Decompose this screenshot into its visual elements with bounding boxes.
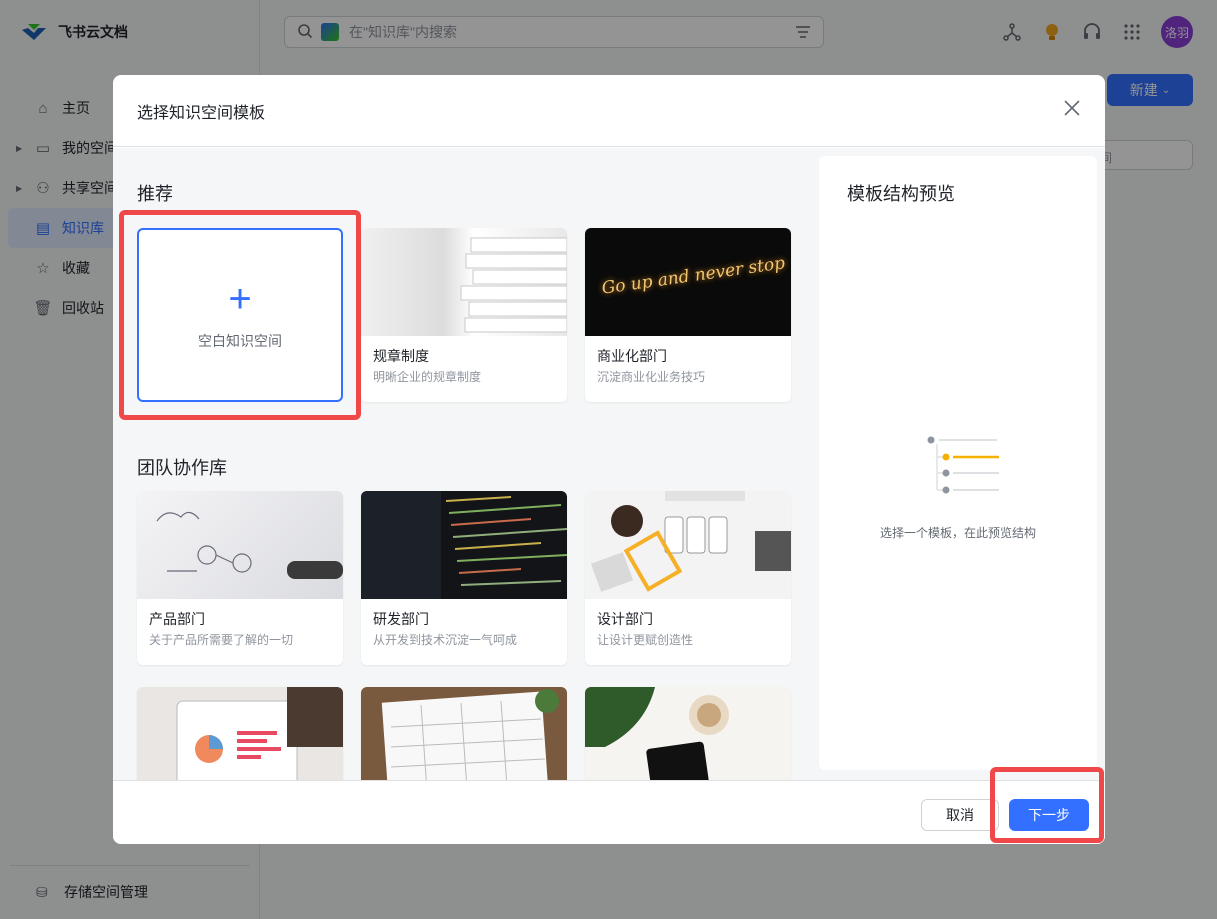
preview-pane: 模板结构预览 选择一个模板，在此预览结构 (819, 156, 1097, 770)
recommend-section-title: 推荐 (137, 184, 173, 204)
template-desc: 沉淀商业化业务技巧 (597, 370, 706, 384)
template-card-rnd[interactable]: 研发部门 从开发到技术沉淀一气呵成 (361, 491, 567, 665)
modal-body: 推荐 + 空白知识空间 规章制度 明晰企业的规章制度 Go up and nev… (113, 148, 1105, 780)
template-name: 产品部门 (149, 611, 205, 627)
template-card-product[interactable]: 产品部门 关于产品所需要了解的一切 (137, 491, 343, 665)
template-card-commercial[interactable]: Go up and never stop 商业化部门 沉淀商业化业务技巧 (585, 228, 791, 402)
modal-header: 选择知识空间模板 (113, 75, 1105, 147)
modal-title: 选择知识空间模板 (137, 104, 266, 122)
motivation-image-text: Go up and never stop (600, 253, 787, 299)
template-list[interactable]: 推荐 + 空白知识空间 规章制度 明晰企业的规章制度 Go up and nev… (113, 148, 813, 780)
highlight-box-next (990, 767, 1104, 843)
plant-desk-image (585, 687, 791, 780)
preview-title: 模板结构预览 (847, 184, 955, 204)
books-image (361, 228, 567, 336)
template-name: 设计部门 (597, 611, 653, 627)
motivation-image: Go up and never stop (585, 228, 791, 336)
template-desc: 关于产品所需要了解的一切 (149, 633, 294, 647)
structure-tree-icon (927, 436, 999, 494)
template-name: 规章制度 (373, 348, 429, 364)
template-card-rules[interactable]: 规章制度 明晰企业的规章制度 (361, 228, 567, 402)
code-screen-image (361, 491, 567, 599)
calendar-image (361, 687, 567, 780)
template-desc: 从开发到技术沉淀一气呵成 (373, 633, 518, 647)
team-section-title: 团队协作库 (137, 458, 227, 478)
template-modal: 选择知识空间模板 推荐 + 空白知识空间 规章制度 明晰企业的规章制度 Go u (113, 75, 1105, 844)
template-card-design[interactable]: 设计部门 让设计更赋创造性 (585, 491, 791, 665)
template-desc: 明晰企业的规章制度 (373, 370, 482, 384)
template-card-data-tablet[interactable] (137, 687, 343, 780)
close-icon[interactable] (1063, 99, 1081, 121)
template-name: 研发部门 (373, 611, 429, 627)
template-desc: 让设计更赋创造性 (597, 633, 694, 647)
template-name: 商业化部门 (597, 348, 667, 364)
whiteboard-image (137, 491, 343, 599)
tablet-chart-image (137, 687, 343, 780)
design-desk-image (585, 491, 791, 599)
highlight-box-blank (119, 210, 361, 420)
preview-hint: 选择一个模板，在此预览结构 (879, 526, 1036, 540)
modal-footer: 取消 下一步 (113, 780, 1105, 844)
template-card-workspace[interactable] (585, 687, 791, 780)
cancel-button[interactable]: 取消 (921, 799, 999, 831)
template-card-calendar[interactable] (361, 687, 567, 780)
